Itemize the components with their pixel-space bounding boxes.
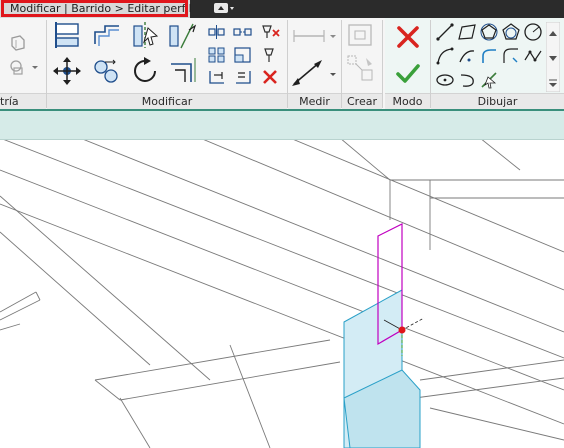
inscribed-polygon-icon[interactable]	[479, 22, 499, 42]
panel-geometry: tría	[0, 18, 46, 110]
geometry-join-icon[interactable]	[8, 34, 28, 54]
trim-single-icon[interactable]	[207, 68, 227, 86]
finish-edit-mode-icon[interactable]	[395, 62, 421, 86]
panel-draw: Dibujar	[431, 18, 564, 110]
panel-label-measure: Medir	[288, 93, 341, 110]
partial-ellipse-icon[interactable]	[457, 70, 477, 90]
ribbon: tría Modificar Medir Crear Modo Dibujar	[0, 18, 564, 111]
unpin-icon[interactable]	[259, 22, 281, 40]
panel-label-geometry: tría	[0, 93, 46, 110]
mirror-draw-axis-icon[interactable]	[167, 20, 197, 50]
dimension-dropdown-icon[interactable]	[290, 58, 336, 88]
offset-icon[interactable]	[91, 22, 123, 50]
pick-lines-icon[interactable]	[479, 70, 499, 90]
ellipse-icon[interactable]	[435, 70, 455, 90]
mirror-pick-axis-icon[interactable]	[131, 20, 159, 50]
panel-label-modify: Modificar	[47, 93, 287, 110]
pin-icon[interactable]	[259, 46, 281, 64]
align-icon[interactable]	[53, 20, 83, 50]
title-bar: Modificar | Barrido > Editar perfil	[0, 0, 564, 18]
panel-separator	[382, 20, 383, 108]
rectangle-tool-icon[interactable]	[457, 22, 477, 42]
copy-icon[interactable]	[91, 58, 123, 86]
model-view-canvas[interactable]	[0, 140, 564, 448]
cancel-edit-mode-icon[interactable]	[395, 24, 421, 50]
scale-icon[interactable]	[233, 46, 253, 64]
create-group-icon[interactable]	[346, 54, 376, 84]
move-icon[interactable]	[53, 56, 81, 86]
rotate-icon[interactable]	[131, 56, 161, 86]
line-tool-icon[interactable]	[435, 22, 455, 42]
circle-tool-icon[interactable]	[523, 22, 543, 42]
fillet-arc-icon[interactable]	[501, 46, 521, 66]
measure-dropdown-icon[interactable]	[290, 24, 336, 48]
title-highlight-box	[1, 0, 188, 17]
create-component-icon[interactable]	[346, 22, 376, 48]
circumscribed-polygon-icon[interactable]	[501, 22, 521, 42]
trim-multiple-icon[interactable]	[233, 68, 253, 86]
split-gap-icon[interactable]	[233, 24, 253, 40]
panel-mode: Modo	[385, 18, 430, 110]
delete-icon[interactable]	[259, 68, 281, 86]
center-ends-arc-icon[interactable]	[457, 46, 477, 66]
draw-gallery-scroll-icon[interactable]	[546, 22, 560, 92]
spline-icon[interactable]	[523, 46, 543, 66]
geometry-cut-icon[interactable]	[8, 58, 38, 78]
quick-access-dropdown-icon[interactable]	[214, 3, 236, 14]
options-bar	[0, 111, 564, 140]
panel-create: Crear	[342, 18, 382, 110]
panel-label-create: Crear	[342, 93, 382, 110]
panel-label-draw: Dibujar	[431, 93, 564, 110]
panel-measure: Medir	[288, 18, 341, 110]
tangent-arc-icon[interactable]	[479, 46, 499, 66]
panel-label-mode: Modo	[385, 93, 430, 110]
split-element-icon[interactable]	[207, 24, 227, 40]
sweep-path-face	[343, 289, 421, 448]
drawing-viewport[interactable]	[0, 140, 564, 448]
panel-modify: Modificar	[47, 18, 287, 110]
trim-extend-icon[interactable]	[169, 56, 199, 84]
array-icon[interactable]	[207, 46, 227, 64]
start-end-arc-icon[interactable]	[435, 46, 455, 66]
